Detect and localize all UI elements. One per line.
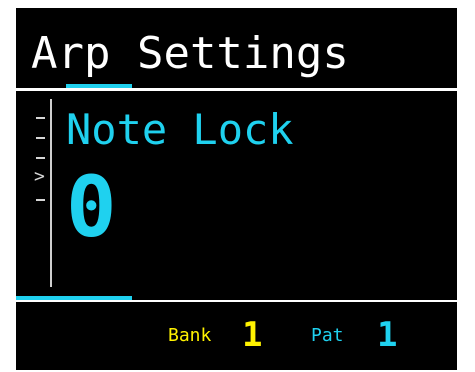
parameter-name: Note Lock xyxy=(66,105,294,154)
pattern-label: Pat xyxy=(311,325,344,346)
pattern-value: 1 xyxy=(377,315,398,355)
bank-value: 1 xyxy=(242,315,263,355)
menu-item-marker xyxy=(36,137,45,139)
status-divider xyxy=(16,300,457,302)
device-screen: Arp Settings > Note Lock 0 Bank 1 Pat 1 xyxy=(16,8,457,370)
menu-item-marker xyxy=(36,199,45,201)
menu-cursor-icon: > xyxy=(34,166,45,187)
bank-label: Bank xyxy=(168,325,212,346)
menu-item-marker xyxy=(36,157,45,159)
menu-item-marker xyxy=(36,117,45,119)
parameter-value: 0 xyxy=(66,158,117,256)
screen-title: Arp Settings xyxy=(31,28,349,79)
menu-scroll-track xyxy=(50,99,52,287)
title-divider xyxy=(16,88,457,91)
